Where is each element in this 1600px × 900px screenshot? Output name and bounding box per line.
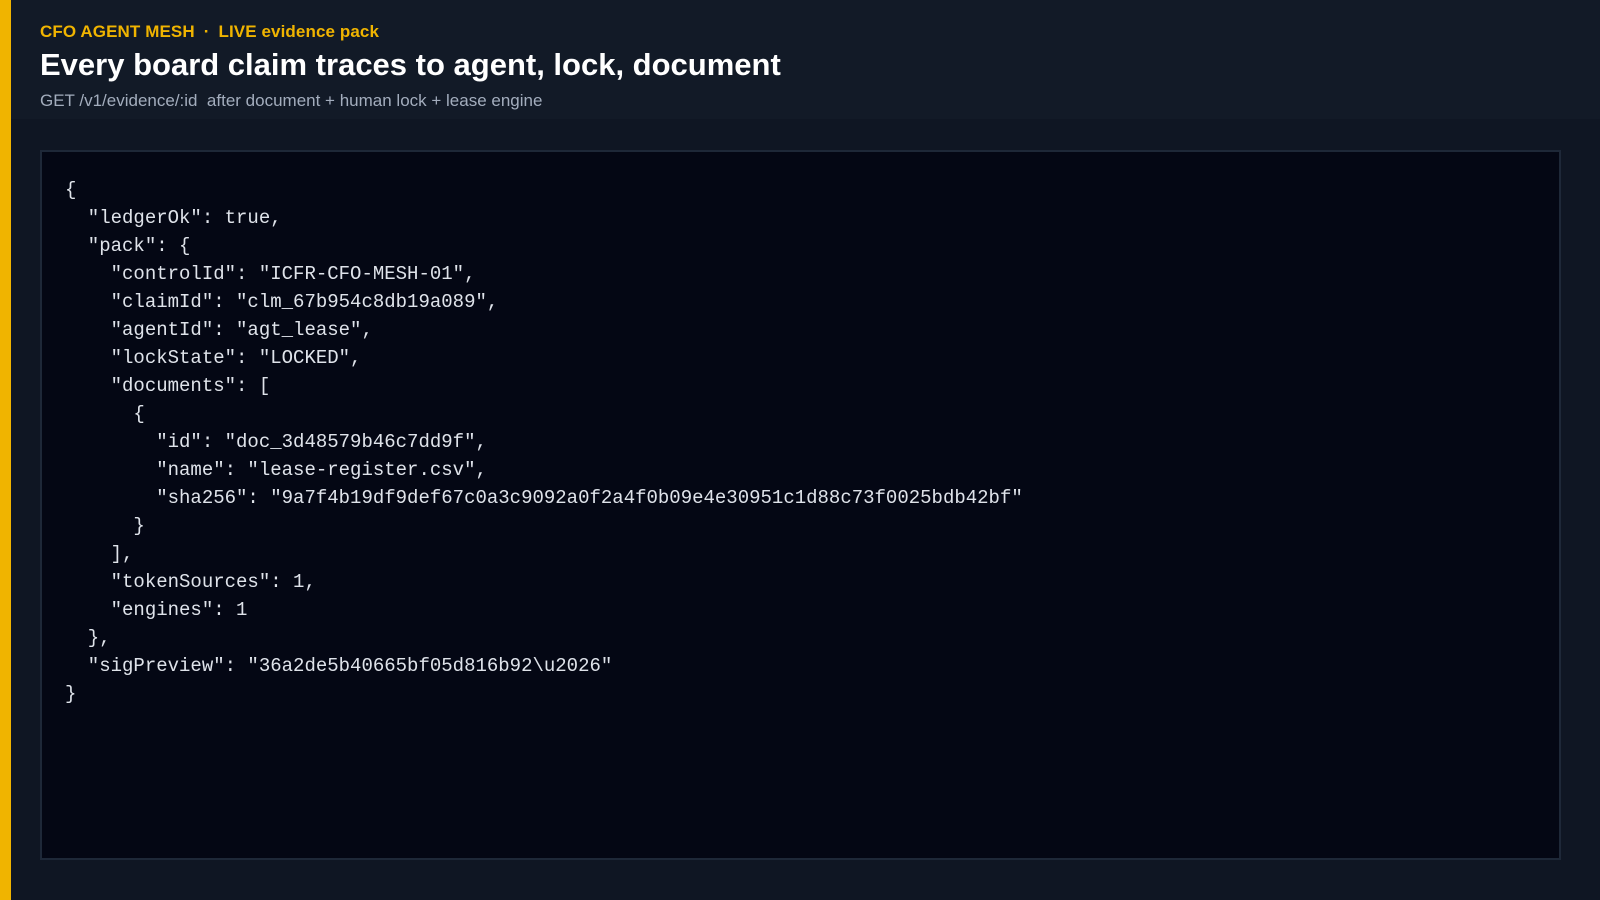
- page-title: Every board claim traces to agent, lock,…: [40, 47, 781, 82]
- evidence-json-text: { "ledgerOk": true, "pack": { "controlId…: [65, 179, 1023, 705]
- page-subtitle: GET /v1/evidence/:id after document + hu…: [40, 91, 543, 110]
- kicker: CFO AGENT MESH · LIVE evidence pack: [40, 22, 379, 42]
- accent-bar: [0, 0, 11, 900]
- status-label: LIVE evidence pack: [218, 22, 380, 41]
- page-header: CFO AGENT MESH · LIVE evidence pack Every …: [11, 0, 1600, 119]
- kicker-separator: ·: [203, 22, 210, 41]
- app-frame: CFO AGENT MESH · LIVE evidence pack Every …: [0, 0, 1600, 900]
- evidence-json-panel[interactable]: { "ledgerOk": true, "pack": { "controlId…: [40, 150, 1561, 860]
- brand-label: CFO AGENT MESH: [40, 22, 195, 41]
